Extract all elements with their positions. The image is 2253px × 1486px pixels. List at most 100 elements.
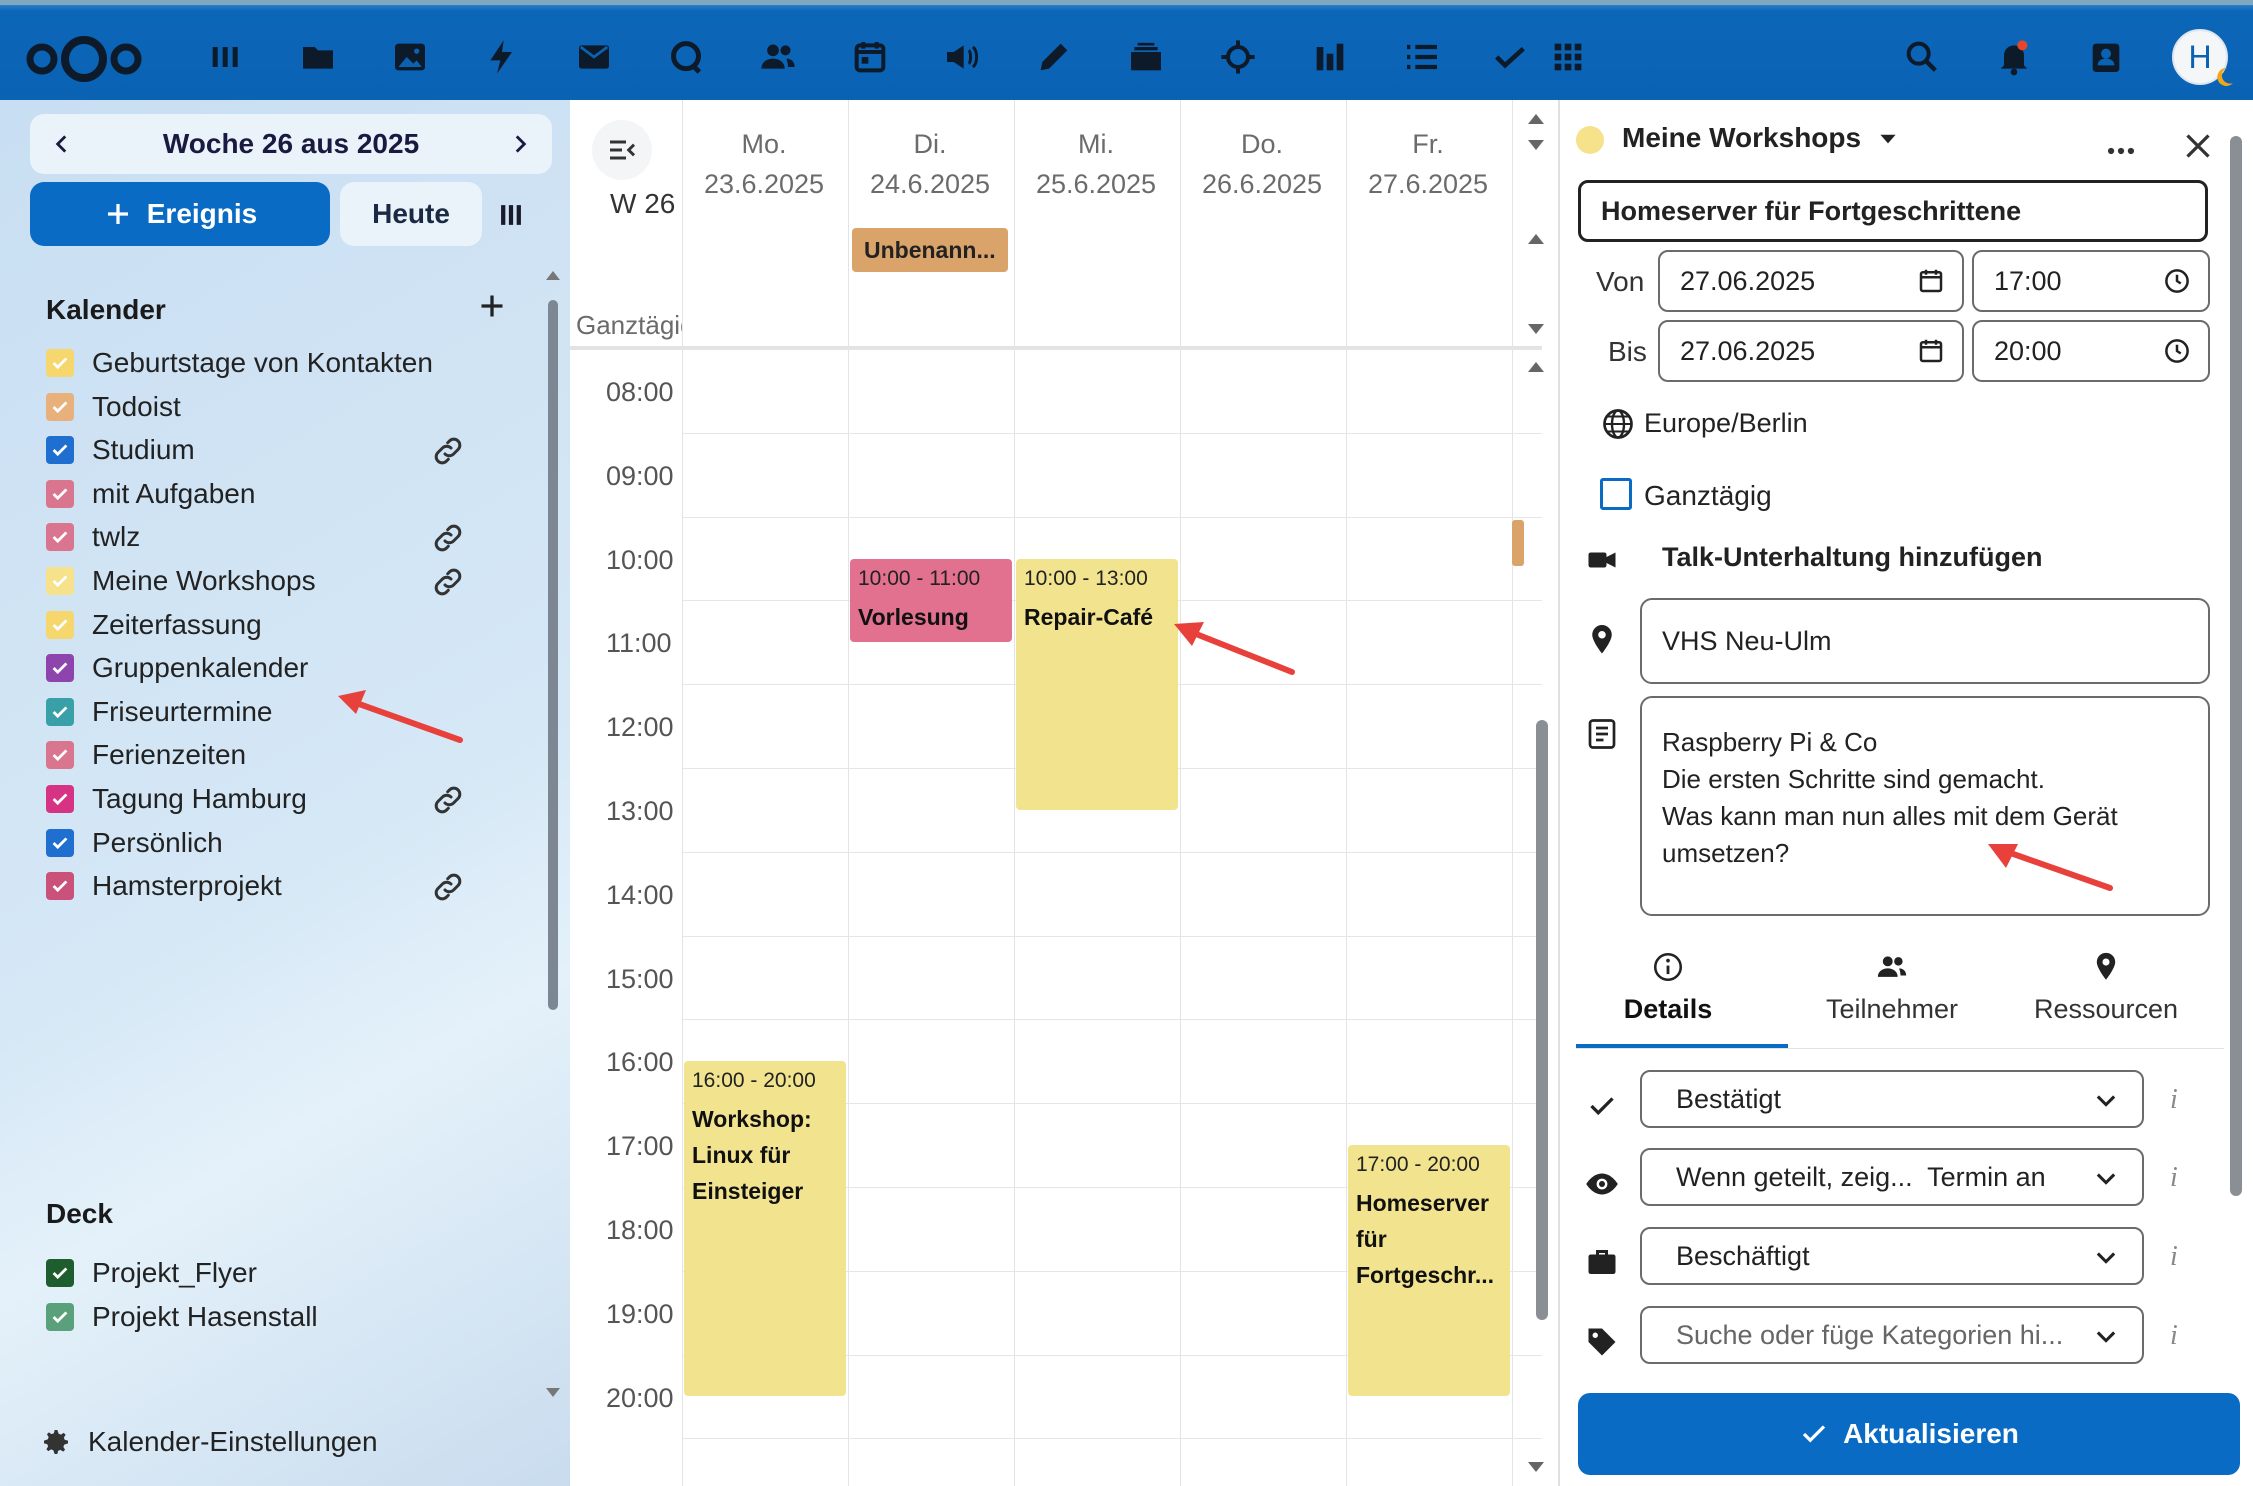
calendar-event[interactable]: 16:00 - 20:00 Workshop: Linux für Einstei… <box>684 1061 846 1397</box>
more-actions-icon[interactable] <box>2104 134 2138 168</box>
sidebar-item-calendar[interactable]: Friseurtermine <box>46 691 516 733</box>
deck-checkbox[interactable] <box>46 1259 74 1287</box>
calendar-checkbox[interactable] <box>46 436 74 465</box>
sidebar-item-calendar[interactable]: Gruppenkalender <box>46 647 516 689</box>
toggle-navigation-button[interactable] <box>592 120 652 180</box>
to-time-input[interactable]: 20:00 <box>1972 320 2210 382</box>
calendar-event[interactable]: 10:00 - 11:00 Vorlesung <box>850 558 1012 643</box>
calendar-checkbox[interactable] <box>46 392 74 421</box>
analytics-icon[interactable] <box>1308 35 1352 79</box>
share-link-icon[interactable] <box>430 433 466 469</box>
visibility-info-icon[interactable]: i <box>2170 1162 2178 1194</box>
search-icon[interactable] <box>1900 35 1944 79</box>
calendar-checkbox[interactable] <box>46 697 74 726</box>
clock-icon[interactable] <box>2162 266 2192 296</box>
add-calendar-icon[interactable] <box>474 288 510 324</box>
from-date-input[interactable]: 27.06.2025 <box>1658 250 1964 312</box>
calendar-checkbox[interactable] <box>46 479 74 508</box>
calendar-checkbox[interactable] <box>46 567 74 595</box>
grid-scrollbar[interactable] <box>1536 720 1548 1320</box>
status-info-icon[interactable]: i <box>2170 1084 2178 1116</box>
allday-scroll-up-icon[interactable] <box>1524 228 1548 248</box>
share-link-icon[interactable] <box>430 782 466 818</box>
sidebar-item-deck[interactable]: Projekt Hasenstall <box>46 1296 516 1338</box>
header-scroll-up-icon[interactable] <box>1524 108 1548 128</box>
next-week-button[interactable] <box>502 126 538 162</box>
photos-icon[interactable] <box>388 35 432 79</box>
contacts-icon[interactable] <box>756 35 800 79</box>
day-header[interactable]: Do. 26.6.2025 <box>1180 124 1344 204</box>
calendar-picker-icon[interactable] <box>1916 336 1946 366</box>
talk-icon[interactable] <box>664 35 708 79</box>
calendar-checkbox[interactable] <box>46 785 74 813</box>
event-title-input[interactable]: Homeserver für Fortgeschrittene <box>1578 180 2208 242</box>
tab-details[interactable]: Details <box>1562 950 1774 1025</box>
day-header[interactable]: Di. 24.6.2025 <box>848 124 1012 204</box>
availability-info-icon[interactable]: i <box>2170 1241 2178 1273</box>
calendar-event[interactable]: 17:00 - 20:00 Homeserver für Fortgeschr..… <box>1348 1145 1510 1397</box>
to-date-input[interactable]: 27.06.2025 <box>1658 320 1964 382</box>
calendar-checkbox[interactable] <box>46 610 74 639</box>
scroll-up-arrow-icon[interactable] <box>544 268 562 282</box>
files-icon[interactable] <box>296 35 340 79</box>
grid-scroll-down-icon[interactable] <box>1524 1458 1548 1478</box>
previous-week-button[interactable] <box>44 126 80 162</box>
notes-icon[interactable] <box>1032 35 1076 79</box>
allday-checkbox[interactable] <box>1600 478 1632 510</box>
calendar-event[interactable]: 10:00 - 13:00 Repair-Café <box>1016 558 1178 810</box>
sidebar-item-calendar[interactable]: Ferienzeiten <box>46 734 516 776</box>
calendar-checkbox[interactable] <box>46 523 74 552</box>
admin-icon[interactable] <box>1216 35 1260 79</box>
more-apps-icon[interactable] <box>1546 35 1590 79</box>
dashboard-icon[interactable] <box>204 35 248 79</box>
week-label[interactable]: Woche 26 aus 2025 <box>90 128 492 160</box>
new-event-button[interactable]: Ereignis <box>30 182 330 246</box>
header-scroll-down-icon[interactable] <box>1524 136 1548 156</box>
sidebar-item-calendar[interactable]: Zeiterfassung <box>46 604 516 646</box>
sidebar-item-deck[interactable]: Projekt_Flyer <box>46 1252 516 1294</box>
clock-icon[interactable] <box>2162 336 2192 366</box>
announcements-icon[interactable] <box>940 35 984 79</box>
checkmark-icon[interactable] <box>1488 35 1532 79</box>
day-header[interactable]: Mo. 23.6.2025 <box>682 124 846 204</box>
sidebar-item-calendar[interactable]: Persönlich <box>46 822 516 864</box>
update-button[interactable]: Aktualisieren <box>1578 1393 2240 1475</box>
calendar-icon[interactable] <box>848 35 892 79</box>
timezone-selector[interactable]: Europe/Berlin <box>1644 408 1808 439</box>
sidebar-scrollbar[interactable] <box>548 300 558 1010</box>
add-talk-conversation-button[interactable]: Talk-Unterhaltung hinzufügen <box>1662 542 2042 573</box>
tasks-icon[interactable] <box>1400 35 1444 79</box>
description-textarea[interactable]: Raspberry Pi & Co Die ersten Schritte si… <box>1640 696 2210 916</box>
sidebar-item-calendar[interactable]: Geburtstage von Kontakten <box>46 342 516 384</box>
calendar-checkbox[interactable] <box>46 654 74 683</box>
allday-event[interactable]: Unbenann... <box>852 228 1008 272</box>
calendar-checkbox[interactable] <box>46 741 74 770</box>
calendar-checkbox[interactable] <box>46 872 74 901</box>
contacts-menu-icon[interactable] <box>2084 35 2128 79</box>
sidebar-item-calendar[interactable]: mit Aufgaben <box>46 473 516 515</box>
nextcloud-logo-icon[interactable] <box>22 31 146 87</box>
deck-checkbox[interactable] <box>46 1303 74 1331</box>
status-select[interactable]: Bestätigt <box>1640 1070 2144 1128</box>
sidebar-item-calendar[interactable]: Todoist <box>46 386 516 428</box>
activity-icon[interactable] <box>480 35 524 79</box>
day-header[interactable]: Mi. 25.6.2025 <box>1014 124 1178 204</box>
calendar-picker[interactable]: Meine Workshops <box>1622 122 1901 154</box>
close-icon[interactable] <box>2180 128 2216 164</box>
share-link-icon[interactable] <box>430 869 466 905</box>
view-columns-icon[interactable] <box>494 198 528 232</box>
share-link-icon[interactable] <box>430 520 466 556</box>
tab-attendees[interactable]: Teilnehmer <box>1786 950 1998 1025</box>
availability-select[interactable]: Beschäftigt <box>1640 1227 2144 1285</box>
allday-scroll-down-icon[interactable] <box>1524 320 1548 340</box>
today-button[interactable]: Heute <box>340 182 482 246</box>
from-time-input[interactable]: 17:00 <box>1972 250 2210 312</box>
scroll-down-arrow-icon[interactable] <box>544 1386 562 1400</box>
notifications-bell-icon[interactable] <box>1992 35 2036 79</box>
day-header[interactable]: Fr. 27.6.2025 <box>1346 124 1510 204</box>
calendar-settings-button[interactable]: Kalender-Einstellungen <box>40 1426 378 1458</box>
editor-scrollbar[interactable] <box>2230 136 2242 1196</box>
tab-resources[interactable]: Ressourcen <box>2000 950 2212 1025</box>
visibility-select[interactable]: Wenn geteilt, zeig... Termin an <box>1640 1148 2144 1206</box>
grid-scroll-up-icon[interactable] <box>1524 356 1548 376</box>
